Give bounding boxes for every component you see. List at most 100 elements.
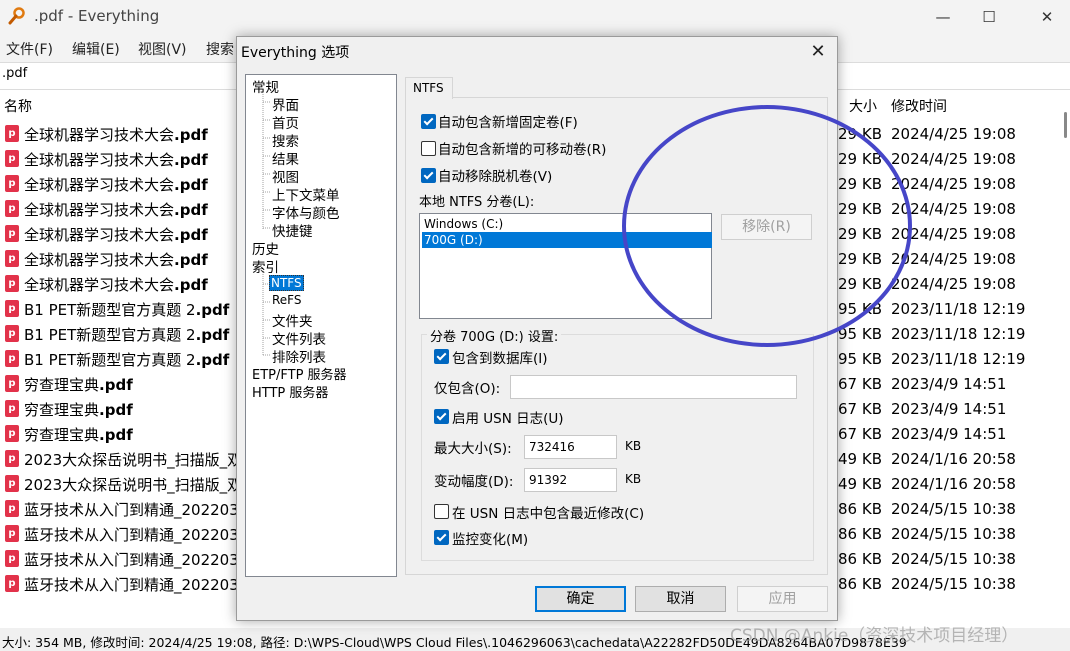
include-only-input[interactable] — [510, 375, 797, 399]
tree-item-ui[interactable]: 界面 — [272, 94, 299, 114]
label-monitor-changes: 监控变化(M) — [452, 532, 529, 548]
column-modified[interactable]: 修改时间 — [891, 96, 947, 116]
file-modified: 2023/11/18 12:19 — [891, 325, 1026, 343]
cancel-button[interactable]: 取消 — [635, 586, 726, 612]
tree-item-folders[interactable]: 文件夹 — [272, 310, 313, 330]
scrollbar-thumb[interactable] — [1064, 112, 1067, 138]
tree-item-fonts-colors[interactable]: 字体与颜色 — [272, 202, 340, 222]
file-name: 穷查理宝典.pdf — [24, 401, 133, 419]
maximize-button[interactable]: ☐ — [966, 0, 1012, 34]
tree-connector-lines — [262, 92, 270, 356]
menu-edit[interactable]: 编辑(E) — [72, 39, 120, 59]
pdf-file-icon: p — [5, 575, 19, 592]
file-modified: 2024/4/25 19:08 — [891, 125, 1016, 143]
max-size-input[interactable] — [524, 435, 617, 459]
pdf-file-icon: p — [5, 525, 19, 542]
tab-ntfs[interactable]: NTFS — [405, 77, 453, 99]
vertical-scrollbar[interactable] — [1058, 92, 1070, 612]
file-name: 蓝牙技术从入门到精通_202203 — [24, 551, 239, 569]
tree-item-exclude-list[interactable]: 排除列表 — [272, 346, 326, 366]
pdf-file-icon: p — [5, 250, 19, 267]
tree-item-general[interactable]: 常规 — [252, 76, 279, 96]
local-volumes-label: 本地 NTFS 分卷(L): — [419, 195, 535, 210]
tree-item-http-server[interactable]: HTTP 服务器 — [252, 382, 328, 401]
ok-button[interactable]: 确定 — [535, 586, 626, 612]
file-name: B1 PET新题型官方真题 2.pdf — [24, 351, 230, 369]
file-modified: 2023/4/9 14:51 — [891, 425, 1007, 443]
file-name: 全球机器学习技术大会.pdf — [24, 176, 208, 194]
tree-item-ntfs[interactable]: NTFS — [269, 275, 304, 291]
file-modified: 2024/1/16 20:58 — [891, 450, 1016, 468]
file-name: 蓝牙技术从入门到精通_202203 — [24, 576, 239, 594]
file-modified: 2024/5/15 10:38 — [891, 525, 1016, 543]
column-name[interactable]: 名称 — [4, 96, 32, 116]
file-name: 蓝牙技术从入门到精通_202203 — [24, 501, 239, 519]
allocation-delta-unit: KB — [625, 472, 642, 486]
menu-view[interactable]: 视图(V) — [138, 39, 187, 59]
file-name: 全球机器学习技术大会.pdf — [24, 251, 208, 269]
minimize-button[interactable]: — — [920, 0, 966, 34]
file-modified: 2024/1/16 20:58 — [891, 475, 1016, 493]
tree-item-index[interactable]: 索引 — [252, 256, 279, 276]
dialog-title: Everything 选项 — [241, 45, 350, 61]
label-max-size: 最大大小(S): — [434, 441, 512, 457]
tab-ntfs-label: NTFS — [413, 81, 444, 95]
tree-item-refs[interactable]: ReFS — [272, 293, 302, 307]
dialog-close-button[interactable]: ✕ — [803, 37, 833, 67]
menu-file[interactable]: 文件(F) — [6, 39, 53, 59]
title-bar: .pdf - Everything — ☐ ✕ — [0, 0, 1070, 34]
file-modified: 2024/4/25 19:08 — [891, 275, 1016, 293]
tree-item-file-lists[interactable]: 文件列表 — [272, 328, 326, 348]
label-include-in-database: 包含到数据库(I) — [452, 351, 548, 367]
file-modified: 2023/4/9 14:51 — [891, 375, 1007, 393]
pdf-file-icon: p — [5, 475, 19, 492]
pdf-file-icon: p — [5, 175, 19, 192]
label-include-only: 仅包含(O): — [434, 381, 501, 397]
tree-item-shortcuts[interactable]: 快捷键 — [272, 220, 313, 240]
allocation-delta-input[interactable] — [524, 468, 617, 492]
file-name: 穷查理宝典.pdf — [24, 376, 133, 394]
column-size[interactable]: 大小 — [849, 96, 877, 116]
pdf-file-icon: p — [5, 425, 19, 442]
file-modified: 2024/5/15 10:38 — [891, 500, 1016, 518]
pdf-file-icon: p — [5, 150, 19, 167]
options-tree: 常规 界面 首页 搜索 结果 视图 上下文菜单 字体与颜色 快捷键 历史 索引 … — [245, 74, 397, 577]
watermark: CSDN @Ankie（资深技术项目经理） — [730, 626, 1019, 646]
checkbox-auto-remove-offline[interactable] — [421, 168, 436, 183]
checkbox-usn-recent-changes[interactable] — [434, 504, 449, 519]
file-modified: 2023/11/18 12:19 — [891, 350, 1026, 368]
options-dialog: Everything 选项 ✕ 常规 界面 首页 搜索 结果 视图 上下文菜单 … — [236, 36, 912, 621]
tree-item-history[interactable]: 历史 — [252, 238, 279, 258]
pdf-file-icon: p — [5, 550, 19, 567]
label-auto-include-fixed: 自动包含新增固定卷(F) — [438, 115, 578, 131]
menu-search[interactable]: 搜索 — [206, 39, 234, 59]
tree-item-home[interactable]: 首页 — [272, 112, 299, 132]
apply-button[interactable]: 应用 — [737, 586, 828, 612]
file-name: 全球机器学习技术大会.pdf — [24, 126, 208, 144]
checkbox-auto-include-removable[interactable] — [421, 141, 436, 156]
pdf-file-icon: p — [5, 300, 19, 317]
magnifier-app-icon — [8, 7, 25, 25]
file-modified: 2024/4/25 19:08 — [891, 175, 1016, 193]
volume-settings-title: 分卷 700G (D:) 设置: — [427, 326, 562, 345]
pdf-file-icon: p — [5, 275, 19, 292]
label-auto-include-removable: 自动包含新增的可移动卷(R) — [438, 142, 607, 158]
checkbox-monitor-changes[interactable] — [434, 530, 449, 545]
checkbox-auto-include-fixed[interactable] — [421, 114, 436, 129]
file-name: 全球机器学习技术大会.pdf — [24, 276, 208, 294]
tree-item-view[interactable]: 视图 — [272, 166, 299, 186]
tree-item-search[interactable]: 搜索 — [272, 130, 299, 150]
window-title: .pdf - Everything — [34, 7, 160, 25]
file-modified: 2023/11/18 12:19 — [891, 300, 1026, 318]
pdf-file-icon: p — [5, 450, 19, 467]
tree-item-ftp-server[interactable]: ETP/FTP 服务器 — [252, 364, 347, 383]
file-name: 2023大众探岳说明书_扫描版_双 — [24, 476, 243, 494]
pdf-file-icon: p — [5, 200, 19, 217]
tree-item-context-menu[interactable]: 上下文菜单 — [272, 184, 340, 204]
close-window-button[interactable]: ✕ — [1024, 0, 1070, 34]
checkbox-enable-usn[interactable] — [434, 409, 449, 424]
pdf-file-icon: p — [5, 500, 19, 517]
label-usn-recent-changes: 在 USN 日志中包含最近修改(C) — [452, 506, 645, 522]
checkbox-include-in-database[interactable] — [434, 349, 449, 364]
tree-item-results[interactable]: 结果 — [272, 148, 299, 168]
